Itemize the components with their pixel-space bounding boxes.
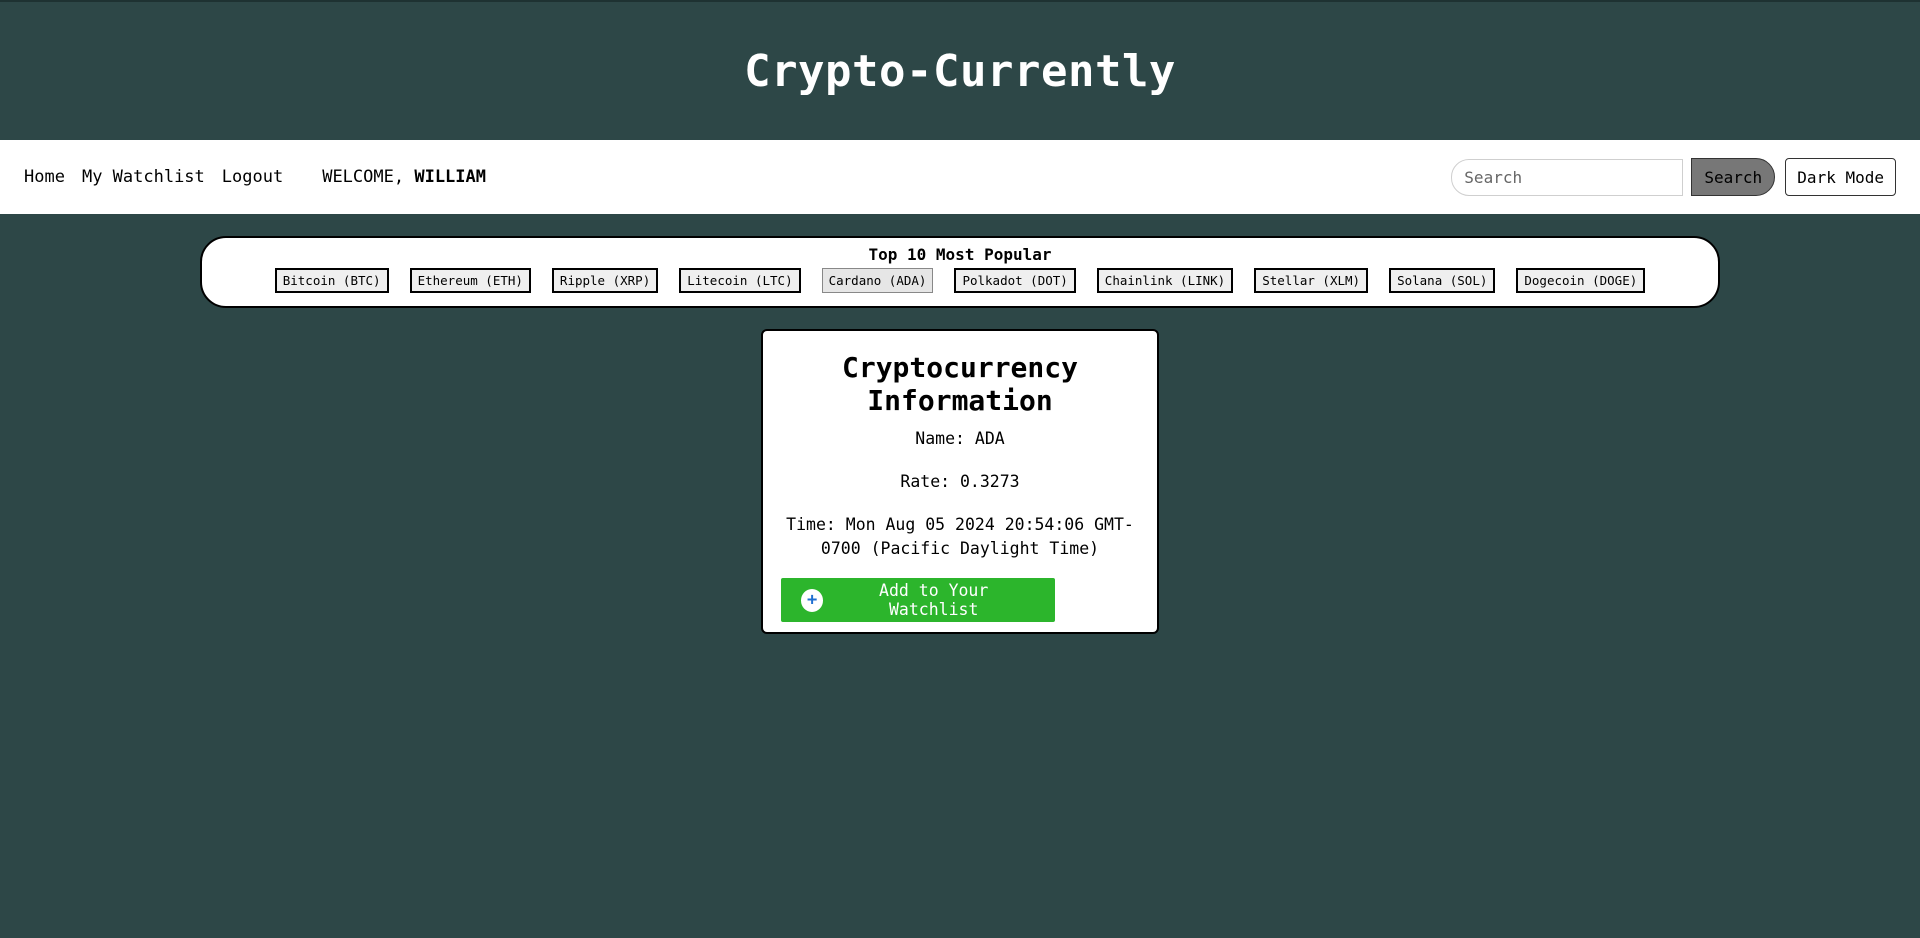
coin-button-xlm[interactable]: Stellar (XLM) — [1254, 268, 1369, 293]
coin-button-row: Bitcoin (BTC) Ethereum (ETH) Ripple (XRP… — [202, 268, 1718, 293]
dark-mode-button[interactable]: Dark Mode — [1785, 158, 1896, 196]
nav-left: Home My Watchlist Logout WELCOME, WILLIA… — [24, 167, 486, 187]
coin-button-ltc[interactable]: Litecoin (LTC) — [679, 268, 801, 293]
top-popular-title: Top 10 Most Popular — [868, 245, 1052, 264]
user-name: WILLIAM — [414, 167, 486, 187]
site-header: Crypto-Currently — [0, 2, 1920, 140]
coin-button-ada[interactable]: Cardano (ADA) — [821, 268, 934, 293]
crypto-info-card: Cryptocurrency Information Name: ADA Rat… — [761, 329, 1159, 634]
welcome-message: WELCOME, WILLIAM — [322, 167, 486, 187]
coin-button-sol[interactable]: Solana (SOL) — [1389, 268, 1496, 293]
add-to-watchlist-label: Add to Your Watchlist — [879, 581, 989, 619]
crypto-time: Time: Mon Aug 05 2024 20:54:06 GMT-0700 … — [786, 515, 1134, 558]
coin-button-btc[interactable]: Bitcoin (BTC) — [274, 268, 389, 293]
coin-button-doge[interactable]: Dogecoin (DOGE) — [1516, 268, 1646, 293]
nav-link-logout[interactable]: Logout — [222, 167, 283, 187]
crypto-rate: Rate: 0.3273 — [900, 472, 1020, 491]
coin-button-eth[interactable]: Ethereum (ETH) — [409, 268, 531, 293]
site-title: Crypto-Currently — [744, 45, 1176, 97]
welcome-prefix: WELCOME, — [322, 167, 405, 187]
nav-right: Search Dark Mode — [1451, 158, 1896, 196]
plus-circle-icon: + — [801, 588, 824, 612]
nav-link-watchlist[interactable]: My Watchlist — [82, 167, 205, 187]
crypto-name: Name: ADA — [915, 429, 1005, 448]
search-button[interactable]: Search — [1691, 158, 1776, 196]
coin-button-link[interactable]: Chainlink (LINK) — [1096, 268, 1234, 293]
card-title: Cryptocurrency Information — [841, 351, 1078, 417]
search-input[interactable] — [1451, 158, 1684, 196]
top-popular-bar: Top 10 Most Popular Bitcoin (BTC) Ethere… — [200, 236, 1720, 308]
add-to-watchlist-button[interactable]: + Add to Your Watchlist — [781, 578, 1055, 622]
coin-button-xrp[interactable]: Ripple (XRP) — [551, 268, 659, 293]
nav-link-home[interactable]: Home — [24, 167, 65, 187]
navbar: Home My Watchlist Logout WELCOME, WILLIA… — [0, 140, 1920, 214]
coin-button-dot[interactable]: Polkadot (DOT) — [954, 268, 1076, 293]
